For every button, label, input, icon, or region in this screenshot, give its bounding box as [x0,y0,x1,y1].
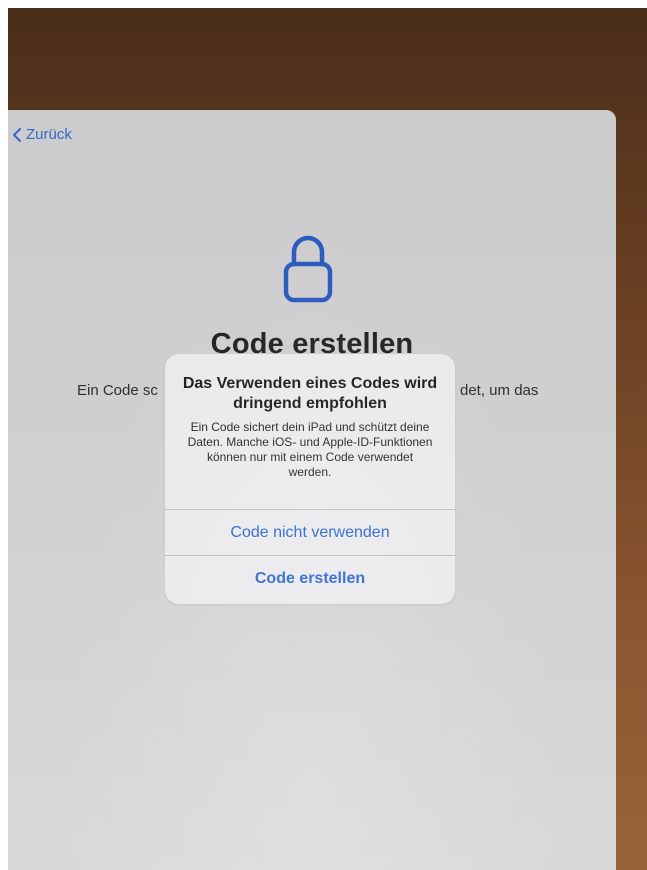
alert-title: Das Verwenden eines Codes wird dringend … [182,375,438,412]
ipad-screen: Zurück Code erstellen Ein Code sc det, u… [8,110,616,870]
create-code-button[interactable]: Code erstellen [165,555,455,601]
alert-message: Ein Code sichert dein iPad und schützt d… [187,420,433,479]
dont-use-code-button[interactable]: Code nicht verwenden [165,509,455,555]
passcode-alert: Das Verwenden eines Codes wird dringend … [165,354,455,604]
photo-frame: Zurück Code erstellen Ein Code sc det, u… [8,8,647,870]
